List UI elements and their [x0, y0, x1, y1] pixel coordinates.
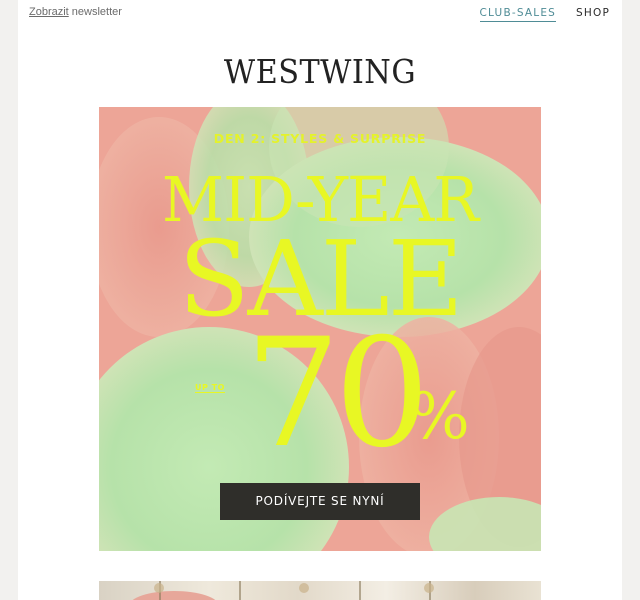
newsletter-body: Zobrazit newsletter CLUB-SALES SHOP WEST… — [18, 0, 622, 600]
top-nav: CLUB-SALES SHOP — [479, 7, 611, 22]
view-link[interactable]: Zobrazit — [29, 6, 69, 18]
top-bar: Zobrazit newsletter CLUB-SALES SHOP — [18, 0, 622, 28]
up-to-label: UP TO — [195, 383, 225, 393]
product-image-teaser[interactable] — [99, 581, 541, 600]
discount-number: 70 — [245, 307, 430, 481]
view-suffix: newsletter — [68, 6, 122, 18]
nav-club-sales[interactable]: CLUB-SALES — [479, 7, 557, 22]
nav-shop[interactable]: SHOP — [576, 7, 610, 22]
view-in-browser: Zobrazit newsletter — [29, 6, 122, 18]
photo-detail — [129, 591, 219, 600]
discount-percent-sign: % — [409, 380, 470, 454]
brand-logo[interactable]: WESTWING — [42, 52, 598, 91]
photo-bloom — [299, 583, 309, 593]
shop-now-button[interactable]: PODÍVEJTE SE NYNÍ — [220, 483, 420, 520]
banner-kicker: DEN 2: STYLES & SURPRISE — [213, 131, 427, 146]
photo-bloom — [424, 583, 434, 593]
photo-stem — [239, 581, 241, 600]
photo-stem — [359, 581, 361, 600]
photo-bloom — [154, 583, 164, 593]
sale-banner[interactable]: DEN 2: STYLES & SURPRISE MID-YEAR SALE U… — [99, 107, 541, 551]
